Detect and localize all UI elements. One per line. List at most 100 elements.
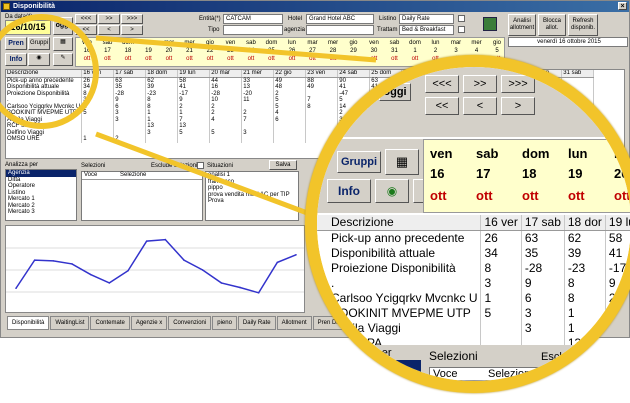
mag-grid-cell: 1 [480,291,522,306]
nav-first-button[interactable]: <<< [75,14,97,24]
mag-gruppi-button[interactable]: Gruppi [337,151,381,173]
mag-nav-button[interactable]: >> [463,75,497,93]
mag-nav: <<< >> >>> << < > [425,75,630,135]
tab[interactable]: WaitingList [50,316,90,330]
mag-calculator-icon[interactable]: ▦ [385,149,419,175]
mag-table-row[interactable]: Pick-up anno precedente266362584433 [317,230,630,246]
mag-cal-cell[interactable]: ott [476,188,493,203]
tab[interactable]: Allotment [276,316,312,330]
tab[interactable]: Contemate [90,316,130,330]
mag-nav-button[interactable]: >>> [501,75,535,93]
refresh-disponib-button[interactable]: Refresh disponib. [568,14,598,36]
mag-nav-button[interactable]: << [425,97,459,115]
nav-last-button[interactable]: >>> [121,14,143,24]
mag-cal-cell[interactable]: lun [568,146,588,161]
title-bar: Disponibilità × [1,1,629,12]
mag-grid-cell: Aquila Viaggi [317,321,482,336]
mag-oggi[interactable]: oggi [379,83,411,101]
mag-header-cell[interactable]: 17 sab [521,215,565,231]
mag-table-row[interactable]: RCF SPA 13 13 [317,336,630,345]
listino-select[interactable]: Daily Rate [399,14,454,24]
mag-table-row[interactable]: Aquila Viaggi31747 [317,321,630,336]
data-point [164,238,167,241]
mag-grid-cell [521,336,565,345]
mag-cal-cell[interactable]: ott [430,188,447,203]
mag-grid-cell: 13 [564,336,606,345]
data-point [145,240,148,242]
mag-calendar: ven 16 ott sab 17 ott dom 18 ott lun 19 ott mar 20 ott [423,139,630,213]
mag-globe-icon[interactable]: ◉ [375,179,409,203]
mag-grid-cell: 63 [521,230,565,246]
mag-grid-cell: 8 [564,276,606,291]
mag-grid-cell: 1 [605,306,630,321]
mag-selezione-header: Selezione [488,368,537,380]
data-point [15,287,17,290]
mag-cal-cell[interactable]: sab [476,146,498,161]
mag-table-row[interactable]: .39891011 [317,276,630,291]
mag-cal-cell[interactable]: 18 [522,166,536,181]
cal-day[interactable]: mer [466,40,488,47]
mag-grid-cell: 41 [605,246,630,261]
mag-cal-cell[interactable]: 20 [614,166,628,181]
mag-cal-cell[interactable]: dom [522,146,549,161]
mag-grid-cell: -28 [521,261,565,276]
mag-grid-cell: 5 [480,306,522,321]
mag-cal-cell[interactable]: 16 [430,166,444,181]
data-point [239,286,241,289]
mag-header-cell[interactable]: Descrizione [317,215,482,231]
mag-cal-cell[interactable]: 19 [568,166,582,181]
mag-cal-cell[interactable]: 17 [476,166,490,181]
mag-table-row[interactable]: BOOKINIT MVEPME UTP531122 [317,306,630,321]
mag-voce-header: Voce [433,368,458,380]
mag-info-button[interactable]: Info [327,179,371,203]
mag-agenzia-item[interactable]: enzia [331,360,421,372]
cal-day[interactable]: gio [486,40,508,47]
data-point [220,282,223,284]
entita-select[interactable]: CATCAM [223,14,283,24]
analisi-allotment-button[interactable]: Analisi allotment [508,14,536,36]
mag-grid-cell: 8 [480,261,522,276]
mag-esclude-label: Esclude selezi [541,351,612,363]
mag-grid-cell: 1 [564,321,606,336]
mag-cal-cell[interactable]: ott [522,188,539,203]
mag-grid-cell: RCF SPA [317,336,482,345]
cal-date[interactable]: 4 [466,48,488,55]
mag-grid: Descrizione16 ver17 sab18 dor19 lun20 mc… [317,215,630,345]
mag-selezioni-table[interactable]: Voce Selezione [429,367,630,381]
hotel-select[interactable]: Grand Hotel ABC [306,14,374,24]
tab[interactable]: pieno [212,316,237,330]
mag-header-cell[interactable]: 19 lun [605,215,630,231]
close-icon[interactable]: × [618,2,627,10]
hotel-label: Hotel [288,16,303,22]
app-icon [3,3,10,10]
listino-checkbox[interactable] [458,15,465,22]
tab[interactable]: Convenzioni [168,316,212,330]
tab[interactable]: Agenzie x [130,316,168,330]
mag-table-row[interactable]: Carlsoo Ycigqrkv Mvcnkc U16822 [317,291,630,306]
data-point [127,269,129,272]
mag-header-cell[interactable]: 16 ver [480,215,522,231]
listino-label: Listino [379,16,397,22]
tab[interactable]: Daily Rate [237,316,276,330]
mag-nav-button[interactable]: > [501,97,535,115]
mag-grid-cell: Carlsoo Ycigqrkv Mvcnkc U [317,291,482,306]
mag-header-cell[interactable]: 18 dor [564,215,606,231]
mag-cal-cell[interactable]: ven [430,146,452,161]
tab[interactable]: Disponibilità [7,316,50,330]
nav-ff-button[interactable]: >> [98,14,120,24]
mag-grid-cell: 6 [521,291,565,306]
mag-table-row[interactable]: Proiezione Disponibilità8-28-23-17-28-20 [317,261,630,276]
mag-grid-cell: 7 [605,321,630,336]
mag-cal-cell[interactable]: mar [614,146,630,161]
mag-grid-cell: 1 [564,306,606,321]
mag-grid-cell: 3 [521,306,565,321]
mag-grid-cell: 62 [564,230,606,246]
cal-date[interactable]: 5 [486,48,508,55]
mag-cal-cell[interactable]: ott [568,188,585,203]
blocca-allot-button[interactable]: Blocca allot. [538,14,566,36]
mag-table-row[interactable]: Disponibilità attuale343539411613 [317,246,630,261]
mag-cal-cell[interactable]: ott [614,188,630,203]
mag-grid-cell: -23 [564,261,606,276]
mag-nav-button[interactable]: < [463,97,497,115]
mag-nav-button[interactable]: <<< [425,75,459,93]
